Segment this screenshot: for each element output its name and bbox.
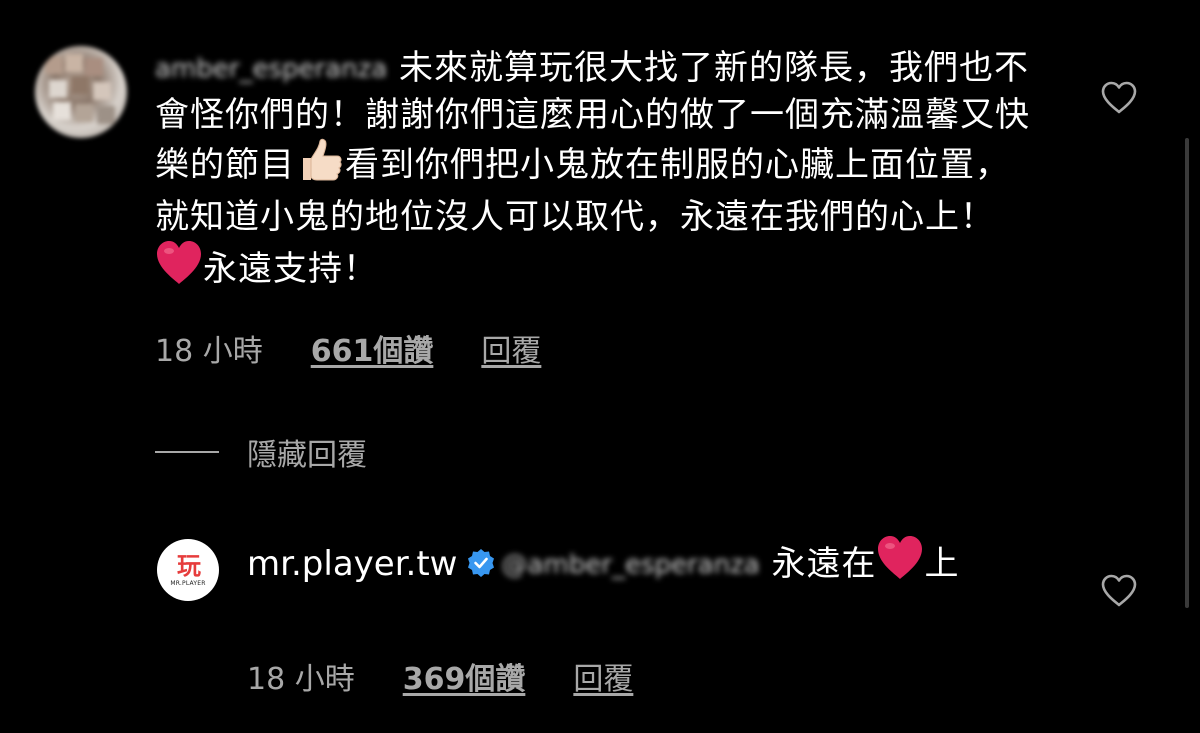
comment-text-part: 永遠支持！ [203, 249, 378, 289]
comment-meta: 18 小時 369個讚 回覆 [247, 654, 633, 698]
brand-logo-text: MR.PLAYER [170, 579, 206, 587]
verified-badge-icon [466, 544, 496, 577]
hide-replies-button[interactable]: 隱藏回覆 [155, 430, 367, 474]
scrollbar[interactable] [1185, 138, 1189, 608]
likes-count-link[interactable]: 661個讚 [311, 326, 434, 370]
timestamp: 18 小時 [247, 662, 355, 697]
comment-text: amber_esperanza 未來就算玩很大找了新的隊長，我們也不會怪你們的！… [155, 45, 1035, 298]
brand-logo-icon: 玩 [177, 551, 201, 580]
like-heart-icon[interactable] [1100, 574, 1138, 608]
hide-replies-label: 隱藏回覆 [247, 438, 367, 473]
divider-line [155, 451, 219, 453]
username[interactable]: mr.player.tw [247, 544, 458, 584]
comment-meta: 18 小時 661個讚 回覆 [155, 326, 541, 370]
red-heart-icon [155, 240, 203, 298]
red-heart-icon [876, 535, 924, 593]
reply-button[interactable]: 回覆 [573, 654, 633, 698]
mention-blurred[interactable]: @amber_esperanza [502, 542, 760, 588]
comment-text-part: 永遠在 [771, 544, 877, 584]
comment-text: mr.player.tw @amber_esperanza 永遠在 上 [247, 535, 1037, 593]
username-blurred[interactable]: amber_esperanza [155, 46, 387, 92]
likes-count-link[interactable]: 369個讚 [403, 654, 526, 698]
avatar[interactable] [35, 46, 127, 138]
comment-text-part: 上 [924, 544, 960, 584]
like-heart-icon[interactable] [1100, 81, 1138, 115]
timestamp: 18 小時 [155, 334, 263, 369]
avatar[interactable]: 玩 MR.PLAYER [157, 539, 219, 601]
thumbs-up-icon [295, 138, 345, 194]
reply-button[interactable]: 回覆 [481, 326, 541, 370]
